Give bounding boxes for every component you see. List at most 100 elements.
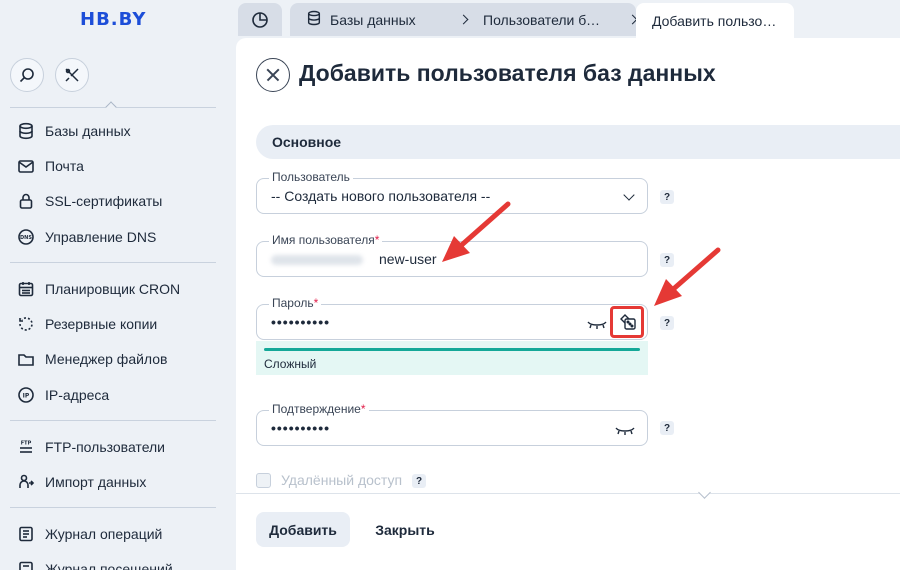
chevron-down-icon[interactable] (698, 486, 711, 499)
sidebar: HB.BY Базы данных Почта SSL-сертификаты … (0, 0, 228, 570)
sidebar-item-journal[interactable]: Журнал операций (16, 521, 162, 547)
required-mark: * (360, 402, 366, 416)
sidebar-divider (10, 420, 216, 421)
add-user-panel: Добавить пользователя баз данных Основно… (236, 38, 900, 570)
confirm-password-field[interactable]: Подтверждение* •••••••••• (256, 402, 648, 446)
remote-access-checkbox[interactable] (256, 472, 271, 488)
dice-icon (620, 314, 636, 330)
username-field[interactable]: Имя пользователя* new-user (256, 233, 648, 277)
sidebar-item-label: SSL-сертификаты (45, 193, 163, 209)
remote-access-label: Удалённый доступ (281, 472, 403, 488)
add-button[interactable]: Добавить (256, 512, 350, 547)
username-value: new-user (379, 251, 437, 267)
help-icon[interactable]: ? (660, 190, 674, 204)
help-icon[interactable]: ? (660, 316, 674, 330)
lock-icon (16, 191, 36, 211)
sidebar-item-ssl[interactable]: SSL-сертификаты (16, 188, 162, 214)
password-value: •••••••••• (271, 314, 331, 330)
search-button[interactable] (10, 58, 44, 92)
visits-icon (16, 559, 36, 570)
password-strength: Сложный (256, 341, 648, 375)
user-select-label-text: Пользователь (272, 170, 350, 184)
sidebar-divider (10, 262, 216, 263)
password-field[interactable]: Пароль* •••••••••• (256, 296, 648, 340)
sidebar-item-import[interactable]: Импорт данных (16, 469, 146, 495)
sidebar-item-label: Планировщик CRON (45, 281, 181, 297)
backup-icon (16, 314, 36, 334)
tools-icon (65, 68, 79, 82)
username-value-wrap: new-user (271, 251, 437, 267)
sidebar-item-label: Импорт данных (45, 474, 147, 490)
chevron-down-icon (623, 189, 635, 201)
dns-icon: DNS (16, 227, 36, 247)
sidebar-item-label: IP-адреса (45, 387, 110, 403)
eye-closed-icon[interactable] (615, 426, 635, 436)
close-icon[interactable] (256, 58, 290, 92)
sidebar-item-label: Менеджер файлов (45, 351, 168, 367)
remote-access-row[interactable]: Удалённый доступ (256, 472, 402, 488)
page-title: Добавить пользователя баз данных (299, 60, 716, 86)
username-label: Имя пользователя* (269, 233, 383, 247)
breadcrumb-active-label: Добавить пользователя (652, 12, 778, 29)
svg-text:FTP: FTP (21, 441, 32, 447)
help-icon[interactable]: ? (660, 421, 674, 435)
sidebar-item-label: Журнал посещений (45, 561, 173, 570)
mail-icon (16, 156, 36, 176)
sidebar-item-databases[interactable]: Базы данных (16, 118, 131, 144)
sidebar-item-cron[interactable]: Планировщик CRON (16, 276, 180, 302)
sidebar-item-label: Почта (45, 158, 84, 174)
breadcrumb-item-databases[interactable]: Базы данных (330, 12, 440, 28)
sidebar-item-ftp[interactable]: FTP FTP-пользователи (16, 434, 165, 460)
generate-password-button[interactable] (610, 306, 644, 338)
sidebar-divider (10, 507, 216, 508)
strength-bar (264, 348, 640, 351)
confirm-value: •••••••••• (271, 420, 331, 436)
help-icon[interactable]: ? (412, 474, 426, 488)
user-select[interactable]: Пользователь -- Создать нового пользоват… (256, 170, 648, 214)
password-label: Пароль* (269, 296, 322, 310)
breadcrumb: Базы данных Пользователи баз данных (290, 3, 638, 36)
sidebar-item-label: Резервные копии (45, 316, 158, 332)
sidebar-item-label: Журнал операций (45, 526, 163, 542)
sidebar-item-label: Управление DNS (45, 229, 157, 245)
tools-button[interactable] (55, 58, 89, 92)
sidebar-item-backups[interactable]: Резервные копии (16, 311, 157, 337)
collapse-caret-icon[interactable] (105, 101, 117, 113)
folder-icon (16, 349, 36, 369)
ip-icon: IP (16, 385, 36, 405)
breadcrumb-dashboard[interactable] (238, 3, 282, 36)
sidebar-item-mail[interactable]: Почта (16, 153, 84, 179)
ftp-icon: FTP (16, 437, 36, 457)
eye-closed-icon[interactable] (587, 320, 607, 330)
sidebar-item-label: Базы данных (45, 123, 131, 139)
import-icon (16, 472, 36, 492)
help-icon[interactable]: ? (660, 253, 674, 267)
sidebar-item-ip[interactable]: IP IP-адреса (16, 382, 109, 408)
chevron-right-icon (458, 14, 469, 25)
sidebar-item-visits[interactable]: Журнал посещений (16, 556, 173, 570)
confirm-label: Подтверждение* (269, 402, 369, 416)
required-mark: * (313, 296, 319, 310)
brand-logo[interactable]: HB.BY (80, 9, 146, 30)
sidebar-item-dns[interactable]: DNS Управление DNS (16, 224, 156, 250)
username-label-text: Имя пользователя (272, 233, 375, 247)
database-icon (16, 121, 36, 141)
confirm-label-text: Подтверждение (272, 402, 361, 416)
breadcrumb-item-db-users[interactable]: Пользователи баз данных (483, 12, 605, 28)
strength-label: Сложный (264, 357, 317, 371)
journal-icon (16, 524, 36, 544)
close-button[interactable]: Закрыть (360, 512, 450, 547)
sidebar-item-label: FTP-пользователи (45, 439, 165, 455)
sidebar-item-file-manager[interactable]: Менеджер файлов (16, 346, 168, 372)
search-icon (19, 68, 34, 83)
user-select-value: -- Создать нового пользователя -- (271, 188, 491, 204)
svg-text:DNS: DNS (20, 235, 32, 241)
footer-divider (236, 493, 900, 494)
breadcrumb-item-active: Добавить пользователя (636, 3, 794, 38)
calendar-icon (16, 279, 36, 299)
svg-text:IP: IP (23, 392, 30, 399)
section-header-basic[interactable]: Основное (256, 125, 900, 159)
blurred-prefix (271, 255, 363, 266)
database-icon (306, 10, 322, 29)
password-label-text: Пароль (272, 296, 314, 310)
